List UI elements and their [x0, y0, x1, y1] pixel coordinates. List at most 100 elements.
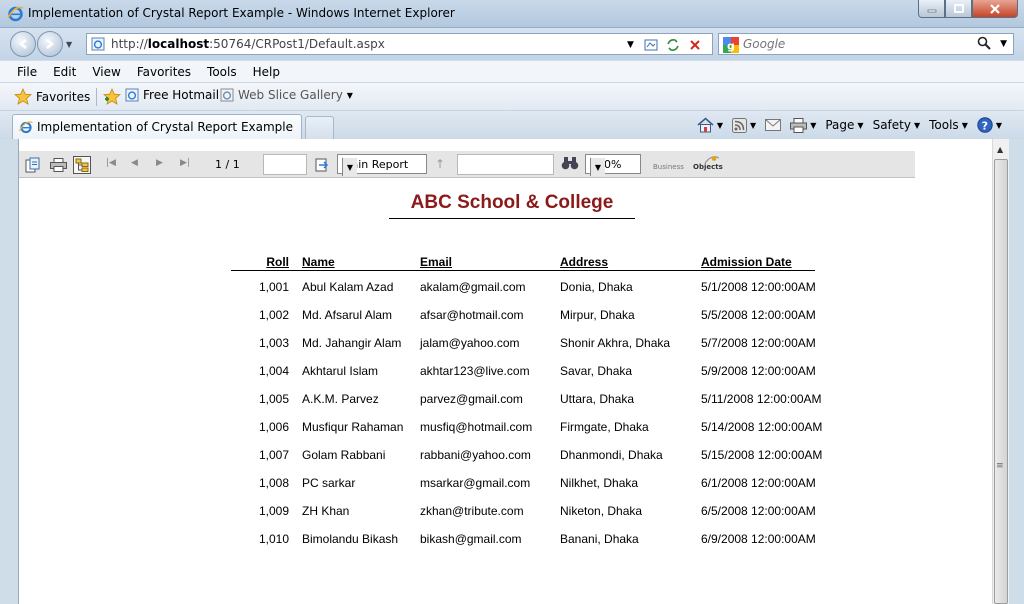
cell-email: akhtar123@live.com	[420, 364, 530, 378]
print-button[interactable]: ▼	[790, 117, 816, 133]
title-bar: Implementation of Crystal Report Example…	[0, 0, 1024, 28]
home-button[interactable]: ▼	[697, 117, 723, 133]
menu-favorites[interactable]: Favorites	[129, 65, 199, 79]
compatibility-view-icon[interactable]	[643, 37, 659, 53]
menu-edit[interactable]: Edit	[45, 65, 84, 79]
export-button[interactable]	[24, 156, 42, 174]
last-page-icon[interactable]: ▶|	[180, 158, 190, 168]
cell-name: ZH Khan	[302, 504, 350, 518]
report-select[interactable]: Main Report ▼	[337, 154, 427, 176]
cell-email: zkhan@tribute.com	[420, 504, 524, 518]
stop-icon[interactable]	[687, 37, 703, 53]
table-row: 1,002 Md. Afsarul Alam afsar@hotmail.com…	[231, 299, 816, 327]
favorites-bar: Favorites Free Hotmail Web Slice Gallery…	[0, 83, 1024, 111]
next-page-icon[interactable]: ▶	[156, 158, 163, 168]
table-row: 1,003 Md. Jahangir Alam jalam@yahoo.com …	[231, 327, 816, 355]
tools-menu-label: Tools	[929, 118, 959, 132]
svg-text:?: ?	[981, 119, 987, 132]
goto-page-button[interactable]	[313, 156, 331, 174]
search-box[interactable]: g ▼	[718, 33, 1014, 55]
tools-menu-button[interactable]: Tools ▼	[929, 118, 968, 132]
tools-dropdown-icon: ▼	[961, 120, 968, 130]
page-icon	[91, 37, 105, 51]
cell-name: Golam Rabbani	[302, 448, 386, 462]
printer-icon	[790, 117, 808, 133]
add-favorite-icon	[103, 88, 121, 105]
cell-date: 5/15/2008 12:00:00AM	[701, 448, 823, 462]
help-button[interactable]: ? ▼	[977, 117, 1002, 133]
goto-page-input[interactable]	[263, 154, 307, 175]
home-dropdown-icon: ▼	[716, 120, 724, 130]
report-title: ABC School & College	[389, 192, 635, 219]
search-input[interactable]	[743, 36, 963, 52]
url-dropdown-icon[interactable]: ▼	[627, 40, 634, 50]
scrollbar-thumb[interactable]	[994, 159, 1008, 604]
minimize-button[interactable]	[918, 0, 945, 18]
menu-file[interactable]: File	[9, 65, 45, 79]
cell-address: Donia, Dhaka	[560, 280, 633, 294]
scroll-up-arrow-icon[interactable]: ▲	[997, 145, 1003, 154]
print-report-button[interactable]	[49, 156, 67, 174]
cell-roll: 1,001	[258, 280, 289, 294]
vertical-scrollbar[interactable]: ▲ ≡	[992, 139, 1009, 604]
address-row: ▼ http://localhost:50764/CRPost1/Default…	[0, 28, 1024, 60]
address-bar[interactable]: http://localhost:50764/CRPost1/Default.a…	[86, 33, 713, 55]
find-button[interactable]	[561, 155, 579, 173]
free-hotmail-link[interactable]: Free Hotmail	[125, 88, 219, 102]
tab-label: Implementation of Crystal Report Example	[37, 120, 294, 134]
business-objects-logo: Business Objects	[653, 155, 729, 175]
menu-view[interactable]: View	[84, 65, 128, 79]
cell-date: 5/5/2008 12:00:00AM	[701, 308, 816, 322]
search-icon[interactable]	[977, 36, 991, 54]
menu-tools[interactable]: Tools	[199, 65, 245, 79]
page-menu-button[interactable]: Page ▼	[825, 118, 863, 132]
drill-up-icon[interactable]: ↑	[435, 157, 445, 171]
export-icon	[25, 157, 40, 173]
forward-button[interactable]	[37, 31, 63, 57]
add-favorite-button[interactable]	[103, 88, 125, 105]
menu-help[interactable]: Help	[245, 65, 288, 79]
cell-name: A.K.M. Parvez	[302, 392, 379, 406]
read-mail-button[interactable]	[765, 119, 782, 131]
close-window-button[interactable]	[972, 0, 1018, 18]
favorites-separator	[96, 88, 97, 106]
safety-dropdown-icon: ▼	[913, 120, 921, 130]
feeds-button[interactable]: ▼	[732, 117, 756, 133]
cell-address: Shonir Akhra, Dhaka	[560, 336, 671, 350]
cell-date: 5/14/2008 12:00:00AM	[701, 420, 823, 434]
new-tab-button[interactable]	[305, 116, 334, 139]
url-prefix: http://	[111, 37, 148, 51]
zoom-select[interactable]: 100% ▼	[585, 154, 641, 176]
back-button[interactable]	[10, 31, 36, 57]
url-text[interactable]: http://localhost:50764/CRPost1/Default.a…	[111, 37, 385, 51]
header-roll: Roll	[266, 255, 289, 269]
safety-menu-button[interactable]: Safety ▼	[873, 118, 921, 132]
group-tree-toggle-button[interactable]	[73, 156, 91, 174]
header-admission-date: Admission Date	[701, 255, 792, 269]
cell-email: afsar@hotmail.com	[420, 308, 524, 322]
first-page-icon[interactable]: |◀	[106, 158, 116, 168]
cell-address: Dhanmondi, Dhaka	[560, 448, 663, 462]
cell-email: parvez@gmail.com	[420, 392, 523, 406]
search-dropdown-icon[interactable]: ▼	[1000, 39, 1007, 49]
cell-address: Savar, Dhaka	[560, 364, 633, 378]
tab-row: Implementation of Crystal Report Example…	[0, 111, 1024, 139]
ie-logo-icon	[7, 6, 24, 22]
tab-crystal-report[interactable]: Implementation of Crystal Report Example	[12, 114, 302, 139]
maximize-button[interactable]	[945, 0, 972, 18]
svg-text:g: g	[727, 40, 735, 53]
web-slice-gallery-link[interactable]: Web Slice Gallery ▼	[220, 88, 353, 102]
refresh-icon[interactable]	[665, 37, 681, 53]
group-tree-icon	[75, 158, 89, 172]
history-dropdown-icon[interactable]: ▼	[66, 40, 72, 49]
header-name: Name	[302, 255, 335, 269]
web-slice-gallery-label: Web Slice Gallery	[238, 88, 343, 102]
ie-page-icon	[125, 88, 139, 102]
cell-address: Firmgate, Dhaka	[560, 420, 649, 434]
page-indicator: 1 / 1	[215, 158, 240, 171]
report-search-input[interactable]	[457, 154, 554, 175]
cell-email: msarkar@gmail.com	[420, 476, 531, 490]
previous-page-icon[interactable]: ◀	[131, 158, 138, 168]
favorites-button[interactable]: Favorites	[14, 88, 90, 105]
logo-text-business: Business	[653, 163, 684, 171]
